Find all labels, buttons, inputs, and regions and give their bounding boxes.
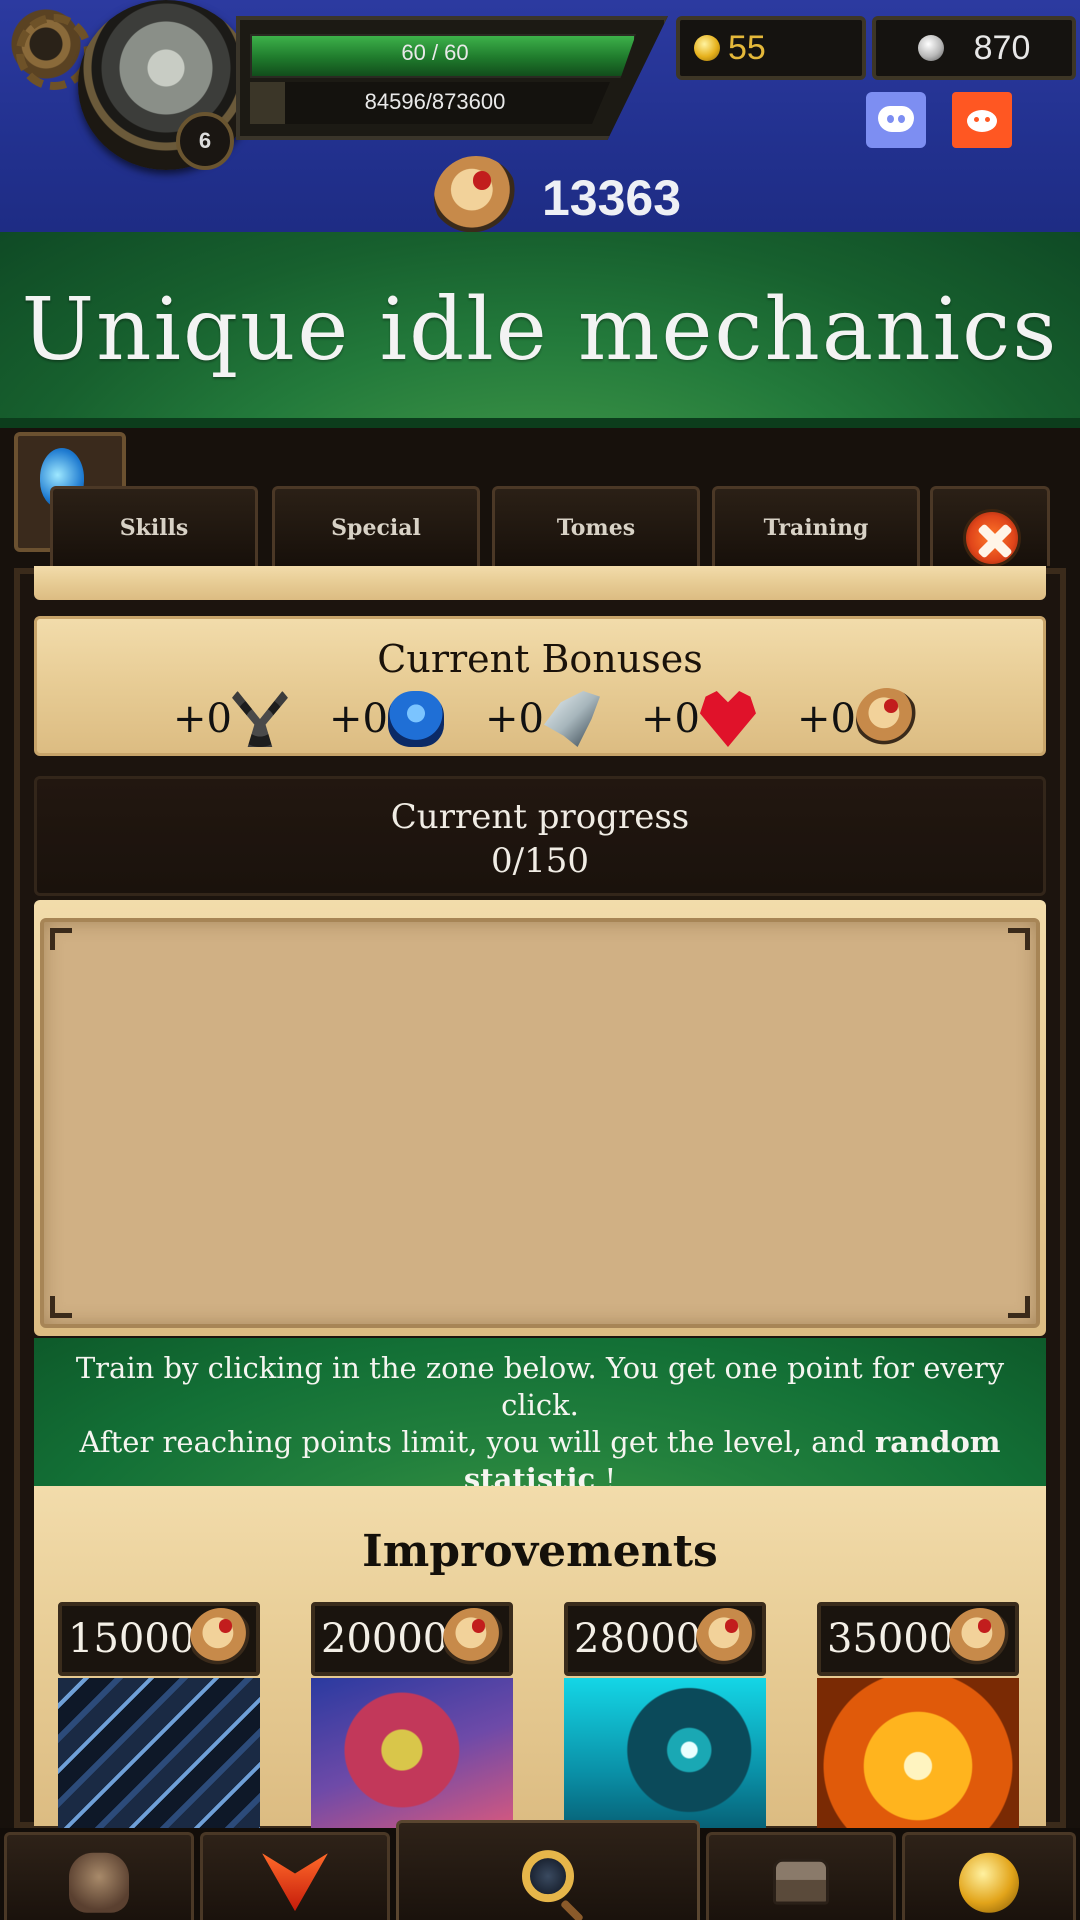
scroll-counter: 13363 — [434, 156, 681, 232]
bonus-item: +0 — [485, 689, 600, 749]
upgrade-art-book — [311, 1678, 513, 1838]
reddit-icon[interactable] — [952, 92, 1012, 148]
close-icon[interactable] — [963, 509, 1021, 567]
gear-icon[interactable] — [6, 4, 92, 90]
scroll-count: 13363 — [542, 170, 682, 226]
silver-value: 870 — [973, 28, 1031, 67]
current-progress: Current progress 0/150 — [34, 776, 1046, 896]
scroll-icon — [443, 1608, 505, 1670]
tab-bar: Skills Special Tomes Training — [50, 486, 1050, 567]
corner-bracket — [50, 1296, 72, 1318]
close-button[interactable] — [930, 486, 1050, 567]
bonus-row: +0 +0 +0 +0 +0 — [37, 688, 1043, 750]
scroll-icon — [434, 156, 518, 232]
armor-icon — [387, 691, 444, 747]
bonus-item: +0 — [641, 689, 756, 749]
tab-special[interactable]: Special — [272, 486, 480, 566]
training-click-zone[interactable] — [40, 918, 1040, 1328]
corner-bracket — [1008, 1296, 1030, 1318]
improvements-title: Improvements — [362, 1526, 718, 1577]
corner-bracket — [50, 928, 72, 950]
nav-hero-button[interactable] — [200, 1832, 390, 1920]
bottom-nav — [0, 1820, 1080, 1920]
gold-counter[interactable]: 55 — [676, 16, 866, 80]
banner-title: Unique idle mechanics — [21, 280, 1059, 380]
training-info: Train by clicking in the zone below. You… — [34, 1338, 1046, 1496]
upgrade-price: 35000 — [817, 1602, 1019, 1676]
magnifier-icon — [522, 1849, 574, 1902]
scroll-icon — [949, 1608, 1011, 1670]
scroll-icon — [190, 1608, 252, 1670]
upgrade-card[interactable]: 20000 — [311, 1602, 513, 1842]
discord-icon[interactable] — [866, 92, 926, 148]
upgrade-card[interactable]: 28000 — [564, 1602, 766, 1842]
upgrade-price: 20000 — [311, 1602, 513, 1676]
upgrade-price: 28000 — [564, 1602, 766, 1676]
info-line-2: After reaching points limit, you will ge… — [79, 1425, 1001, 1459]
upgrade-art-chains — [58, 1678, 260, 1838]
top-hud: 6 60 / 60 84596/873600 55 870 13363 — [0, 0, 1080, 232]
bonus-item: +0 — [173, 689, 288, 749]
current-bonuses: Current Bonuses +0 +0 +0 +0 +0 — [34, 616, 1046, 756]
xp-text: 84596/873600 — [364, 89, 506, 114]
hero-icon — [262, 1853, 328, 1912]
wing-icon — [543, 691, 600, 747]
tab-training[interactable]: Training — [712, 486, 920, 566]
upgrade-price: 15000 — [58, 1602, 260, 1676]
nav-chest-button[interactable] — [706, 1832, 896, 1920]
heart-icon — [699, 691, 756, 747]
gold-value: 55 — [728, 28, 766, 67]
scroll-icon — [696, 1608, 758, 1670]
upgrade-art-fire — [817, 1678, 1019, 1838]
coins-icon — [959, 1852, 1019, 1913]
nav-shop-button[interactable] — [902, 1832, 1076, 1920]
improvements-section: Improvements 15000 20000 28000 35000 — [34, 1486, 1046, 1838]
info-bold-random: random — [875, 1425, 1001, 1459]
silver-counter[interactable]: 870 — [872, 16, 1076, 80]
promo-banner: Unique idle mechanics — [0, 232, 1080, 428]
progress-value: 0/150 — [491, 841, 589, 881]
fist-icon — [69, 1852, 129, 1913]
nav-explore-button[interactable] — [396, 1820, 700, 1920]
nav-fight-button[interactable] — [4, 1832, 194, 1920]
bonus-value: +0 — [329, 696, 388, 742]
silver-coin-icon — [917, 35, 944, 61]
gold-coin-icon — [694, 35, 720, 61]
bonus-value: +0 — [173, 696, 232, 742]
upgrade-card[interactable]: 15000 — [58, 1602, 260, 1842]
scroll-icon — [855, 688, 918, 750]
sword-icon — [231, 691, 288, 747]
progress-title: Current progress — [390, 797, 690, 837]
corner-bracket — [1008, 928, 1030, 950]
upgrade-art-spirit — [564, 1678, 766, 1838]
upgrade-card[interactable]: 35000 — [817, 1602, 1019, 1842]
info-line-1: Train by clicking in the zone below. You… — [75, 1351, 1005, 1422]
bonus-value: +0 — [641, 696, 700, 742]
chest-icon — [773, 1858, 829, 1905]
panel-header-strip — [34, 566, 1046, 600]
bonus-item: +0 — [797, 688, 918, 750]
level-badge: 6 — [176, 112, 234, 170]
tab-tomes[interactable]: Tomes — [492, 486, 700, 566]
bonuses-title: Current Bonuses — [377, 637, 703, 681]
bonus-value: +0 — [485, 696, 544, 742]
tab-skills[interactable]: Skills — [50, 486, 258, 566]
hp-text: 60 / 60 — [401, 40, 469, 65]
bonus-value: +0 — [797, 696, 856, 742]
bonus-item: +0 — [329, 689, 444, 749]
